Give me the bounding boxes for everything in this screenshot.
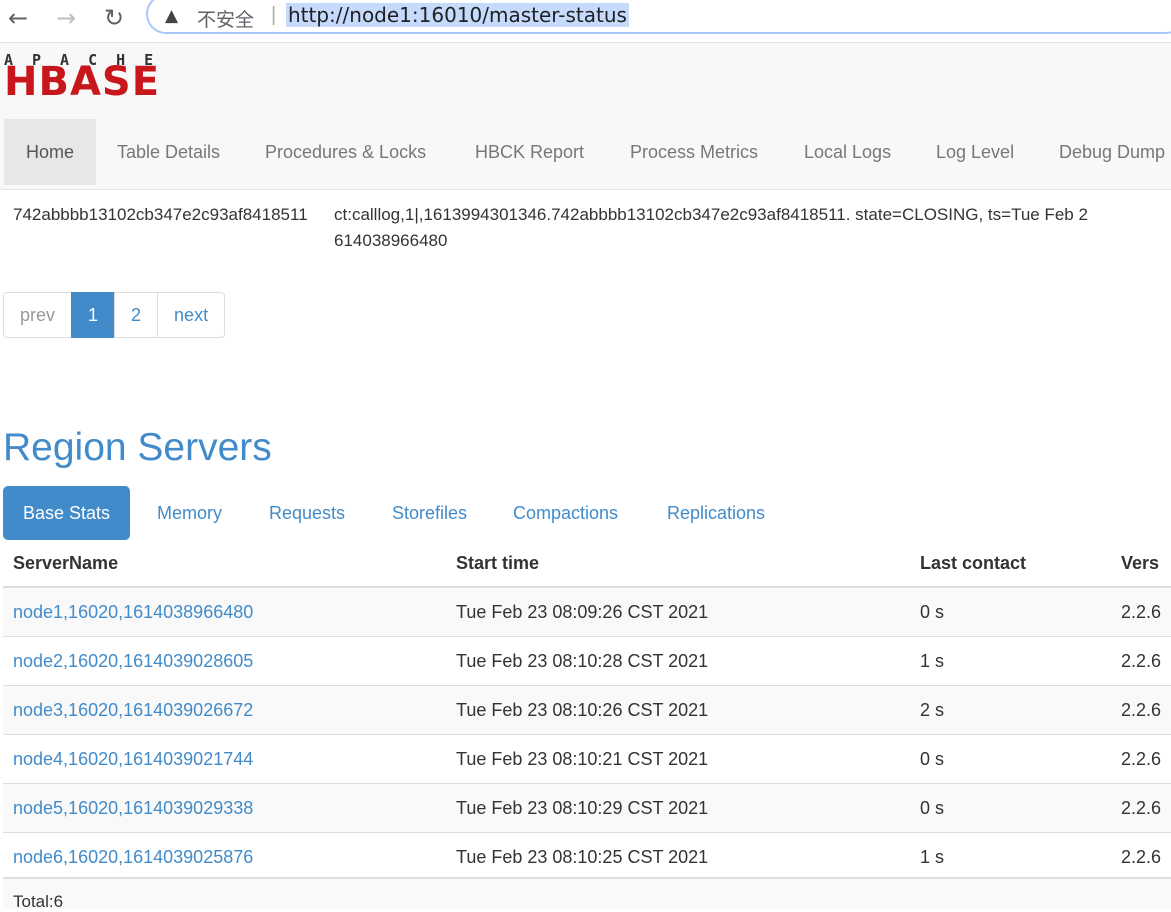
start-time-cell: Tue Feb 23 08:10:29 CST 2021: [446, 783, 910, 833]
server-link[interactable]: node6,16020,1614039025876: [13, 847, 253, 867]
back-icon[interactable]: ←: [3, 3, 33, 33]
last-contact-cell: 1 s: [910, 832, 1111, 881]
browser-toolbar: ← → ↻ ▲ 不安全 | http://node1:16010/master-…: [0, 0, 1171, 43]
server-link[interactable]: node3,16020,1614039026672: [13, 700, 253, 720]
version-cell: 2.2.6: [1111, 636, 1171, 686]
start-time-cell: Tue Feb 23 08:09:26 CST 2021: [446, 586, 910, 637]
nav-local-logs[interactable]: Local Logs: [804, 119, 891, 185]
tab-base-stats[interactable]: Base Stats: [3, 486, 131, 540]
reload-icon[interactable]: ↻: [99, 3, 129, 33]
nav-table-details[interactable]: Table Details: [117, 119, 220, 185]
version-cell: 2.2.6: [1111, 685, 1171, 735]
column-header-last-contact: Last contact: [910, 540, 1111, 588]
server-link[interactable]: node4,16020,1614039021744: [13, 749, 253, 769]
nav-log-level[interactable]: Log Level: [936, 119, 1014, 185]
rit-region-id: 742abbbb13102cb347e2c93af8418511: [13, 205, 308, 224]
security-label[interactable]: 不安全: [197, 5, 254, 32]
forward-icon[interactable]: →: [51, 3, 81, 33]
version-cell: 2.2.6: [1111, 586, 1171, 637]
tab-requests[interactable]: Requests: [269, 486, 345, 540]
tab-storefiles[interactable]: Storefiles: [392, 486, 467, 540]
last-contact-cell: 1 s: [910, 636, 1111, 686]
start-time-cell: Tue Feb 23 08:10:21 CST 2021: [446, 734, 910, 784]
total-count: Total:6: [13, 892, 64, 911]
version-cell: 2.2.6: [1111, 783, 1171, 833]
server-name-cell: node4,16020,1614039021744: [3, 734, 446, 784]
table-total-row: Total:6: [3, 877, 1171, 911]
server-name-cell: node6,16020,1614039025876: [3, 832, 446, 881]
start-time-cell: Tue Feb 23 08:10:28 CST 2021: [446, 636, 910, 686]
server-name-cell: node2,16020,1614039028605: [3, 636, 446, 686]
column-header-servername: ServerName: [3, 540, 446, 588]
address-separator: |: [271, 4, 277, 26]
nav-process-metrics[interactable]: Process Metrics: [630, 119, 758, 185]
last-contact-cell: 0 s: [910, 586, 1111, 637]
nav-procedures-locks[interactable]: Procedures & Locks: [265, 119, 426, 185]
tab-compactions[interactable]: Compactions: [513, 486, 618, 540]
pagination-page-1[interactable]: 1: [71, 292, 116, 338]
server-link[interactable]: node5,16020,1614039029338: [13, 798, 253, 818]
rit-region-state: ct:calllog,1|,1613994301346.742abbbb1310…: [334, 205, 1088, 250]
server-name-cell: node5,16020,1614039029338: [3, 783, 446, 833]
table-row: node3,16020,1614039026672 Tue Feb 23 08:…: [3, 685, 1171, 735]
section-title-region-servers: Region Servers: [3, 426, 272, 469]
last-contact-cell: 0 s: [910, 734, 1111, 784]
nav-home[interactable]: Home: [4, 119, 96, 185]
url-text[interactable]: http://node1:16010/master-status: [286, 3, 629, 27]
tab-replications[interactable]: Replications: [667, 486, 765, 540]
pagination-page-2[interactable]: 2: [114, 292, 159, 338]
table-row: node4,16020,1614039021744 Tue Feb 23 08:…: [3, 734, 1171, 784]
region-servers-table: ServerName Start time Last contact Vers …: [3, 540, 1171, 881]
hbase-logo[interactable]: APACHE HBASE: [4, 51, 188, 105]
table-row: node5,16020,1614039029338 Tue Feb 23 08:…: [3, 783, 1171, 833]
logo-hbase-text: HBASE: [4, 59, 161, 105]
column-header-start-time: Start time: [446, 540, 910, 588]
column-header-version: Vers: [1111, 540, 1171, 588]
version-cell: 2.2.6: [1111, 734, 1171, 784]
server-name-cell: node1,16020,1614038966480: [3, 586, 446, 637]
last-contact-cell: 0 s: [910, 783, 1111, 833]
table-row: node2,16020,1614039028605 Tue Feb 23 08:…: [3, 636, 1171, 686]
start-time-cell: Tue Feb 23 08:10:25 CST 2021: [446, 832, 910, 881]
tab-memory[interactable]: Memory: [157, 486, 222, 540]
last-contact-cell: 2 s: [910, 685, 1111, 735]
table-row: node1,16020,1614038966480 Tue Feb 23 08:…: [3, 586, 1171, 637]
start-time-cell: Tue Feb 23 08:10:26 CST 2021: [446, 685, 910, 735]
pagination: prev 1 2 next: [3, 292, 226, 338]
version-cell: 2.2.6: [1111, 832, 1171, 881]
warning-icon[interactable]: ▲: [165, 6, 187, 26]
server-name-cell: node3,16020,1614039026672: [3, 685, 446, 735]
server-link[interactable]: node2,16020,1614039028605: [13, 651, 253, 671]
table-header-row: ServerName Start time Last contact Vers: [3, 540, 1171, 588]
pagination-prev[interactable]: prev: [3, 292, 73, 338]
nav-debug-dump[interactable]: Debug Dump: [1059, 119, 1165, 185]
pagination-next[interactable]: next: [157, 292, 226, 338]
page-header: APACHE HBASE Home Table Details Procedur…: [0, 43, 1171, 190]
table-row: node6,16020,1614039025876 Tue Feb 23 08:…: [3, 832, 1171, 881]
nav-hbck-report[interactable]: HBCK Report: [475, 119, 584, 185]
server-link[interactable]: node1,16020,1614038966480: [13, 602, 253, 622]
